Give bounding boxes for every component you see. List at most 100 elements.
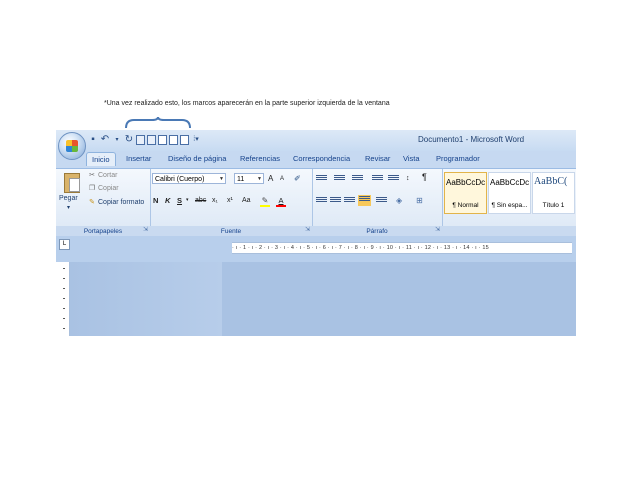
cut-button[interactable]: ✂ Cortar — [88, 171, 118, 180]
chevron-down-icon[interactable]: ▾ — [186, 195, 189, 206]
ruler-tick — [63, 298, 65, 299]
highlight-button[interactable]: ✎ — [260, 195, 270, 207]
font-name-value: Calibri (Cuerpo) — [155, 176, 205, 183]
copy-button[interactable]: ❐ Copiar — [88, 184, 119, 193]
style-name: Título 1 — [542, 202, 565, 209]
chevron-down-icon: ▼ — [257, 176, 262, 182]
ribbon: Pegar ▾ ✂ Cortar ❐ Copiar ✎ Copiar forma… — [56, 168, 576, 237]
tab-referencias[interactable]: Referencias — [240, 154, 280, 163]
paragraph-label: Párrafo — [366, 228, 388, 235]
tab-diseno-pagina[interactable]: Diseño de página — [168, 154, 226, 163]
ruler-tick — [63, 268, 65, 269]
bullets-icon[interactable] — [316, 175, 327, 184]
style-normal[interactable]: AaBbCcDc ¶ Normal — [444, 172, 487, 214]
document-area[interactable] — [70, 262, 576, 336]
style-name: ¶ Sin espa... — [491, 202, 528, 209]
tab-revisar[interactable]: Revisar — [365, 154, 390, 163]
caption: *Una vez realizado esto, los marcos apar… — [104, 100, 390, 107]
tab-vista[interactable]: Vista — [403, 154, 420, 163]
dialog-launcher-icon[interactable]: ⇲ — [143, 225, 148, 236]
clear-format-icon[interactable]: ✐ — [294, 173, 301, 184]
style-no-spacing[interactable]: AaBbCcDc ¶ Sin espa... — [488, 172, 531, 214]
line-spacing-icon[interactable] — [376, 197, 387, 206]
tab-selector-icon[interactable]: L — [59, 239, 70, 250]
dialog-launcher-icon[interactable]: ⇲ — [435, 225, 440, 236]
shading-icon[interactable]: ◈ — [396, 195, 402, 206]
style-preview: AaBbC( — [534, 176, 568, 187]
frame-icon[interactable] — [136, 135, 145, 145]
chevron-down-icon[interactable]: ▾ — [67, 204, 70, 211]
format-painter-button[interactable]: ✎ Copiar formato — [88, 198, 145, 207]
font-size-value: 11 — [237, 176, 245, 183]
copy-icon: ❐ — [88, 185, 96, 192]
style-name: ¶ Normal — [452, 202, 479, 209]
decrease-indent-icon[interactable] — [372, 175, 383, 184]
ruler-bar: L · ı · 1 · ı · 2 · ı · 3 · ı · 4 · ı · … — [56, 236, 576, 262]
office-button[interactable] — [58, 132, 86, 160]
styles-group: AaBbCcDc ¶ Normal AaBbCcDc ¶ Sin espa...… — [442, 169, 576, 237]
frame-icon[interactable] — [180, 135, 189, 145]
justify-icon[interactable] — [358, 195, 371, 206]
bold-button[interactable]: N — [153, 195, 158, 206]
frame-icon[interactable] — [169, 135, 178, 145]
highlight-bracket — [125, 117, 191, 129]
chevron-down-icon[interactable]: ▾ — [112, 134, 122, 146]
document-margin — [70, 262, 222, 336]
show-marks-button[interactable]: ¶ — [422, 172, 427, 183]
tab-correspondencia[interactable]: Correspondencia — [293, 154, 350, 163]
ruler-tick — [63, 328, 65, 329]
cut-label: Cortar — [98, 171, 118, 179]
strikethrough-button[interactable]: abc — [195, 195, 206, 206]
borders-icon[interactable]: ⊞ — [416, 195, 423, 206]
horizontal-ruler[interactable]: · ı · 1 · ı · 2 · ı · 3 · ı · 4 · ı · 5 … — [232, 242, 572, 254]
increase-indent-icon[interactable] — [388, 175, 399, 184]
numbering-icon[interactable] — [334, 175, 345, 184]
highlight-color-swatch — [260, 205, 270, 207]
format-painter-label: Copiar formato — [98, 198, 145, 206]
frame-icon[interactable] — [147, 135, 156, 145]
ruler-tick — [63, 288, 65, 289]
tab-insertar[interactable]: Insertar — [126, 154, 151, 163]
change-case-button[interactable]: Aa — [242, 195, 251, 206]
align-center-icon[interactable] — [330, 197, 341, 206]
font-group: Calibri (Cuerpo) ▼ 11 ▼ A A ✐ N K S ▾ ab… — [150, 169, 313, 237]
dialog-launcher-icon[interactable]: ⇲ — [305, 225, 310, 236]
italic-button[interactable]: K — [165, 195, 170, 206]
font-color-button[interactable]: A — [276, 195, 286, 207]
customize-icon[interactable]: ⁞▾ — [191, 134, 201, 146]
clipboard-label: Portapapeles — [83, 228, 123, 235]
style-preview: AaBbCcDc — [490, 178, 529, 187]
redo-icon[interactable]: ↻ — [124, 134, 134, 146]
shrink-font-button[interactable]: A — [280, 174, 284, 185]
tab-programador[interactable]: Programador — [436, 154, 480, 163]
paste-button[interactable]: Pegar — [59, 195, 78, 202]
superscript-button[interactable]: x¹ — [227, 195, 233, 206]
ruler-tick — [63, 318, 65, 319]
paste-icon[interactable] — [64, 173, 80, 193]
quick-access-toolbar: ▪ ↶ ▾ ↻ ⁞▾ — [88, 134, 201, 148]
save-icon[interactable]: ▪ — [88, 134, 98, 146]
font-name-select[interactable]: Calibri (Cuerpo) ▼ — [152, 173, 226, 184]
undo-icon[interactable]: ↶ — [100, 134, 110, 146]
ruler-tick — [63, 278, 65, 279]
frame-icon[interactable] — [158, 135, 167, 145]
font-label: Fuente — [220, 228, 242, 235]
tab-inicio[interactable]: Inicio — [86, 152, 116, 166]
title-bar: ▪ ↶ ▾ ↻ ⁞▾ Documento1 - Microsoft Word — [56, 130, 576, 151]
multilevel-list-icon[interactable] — [352, 175, 363, 184]
font-color-swatch — [276, 205, 286, 207]
font-size-select[interactable]: 11 ▼ — [234, 173, 264, 184]
sort-icon[interactable]: ↕ — [406, 173, 410, 184]
grow-font-button[interactable]: A — [268, 173, 273, 184]
chevron-down-icon: ▼ — [219, 176, 224, 182]
style-heading-1[interactable]: AaBbC( Título 1 — [532, 172, 575, 214]
clipboard-group: Pegar ▾ ✂ Cortar ❐ Copiar ✎ Copiar forma… — [56, 169, 151, 237]
underline-button[interactable]: S — [177, 195, 182, 206]
align-left-icon[interactable] — [316, 197, 327, 206]
scissors-icon: ✂ — [89, 172, 95, 179]
window-title: Documento1 - Microsoft Word — [418, 135, 525, 144]
style-preview: AaBbCcDc — [446, 178, 485, 187]
subscript-button[interactable]: x₁ — [212, 195, 218, 206]
vertical-ruler[interactable] — [59, 262, 70, 336]
align-right-icon[interactable] — [344, 197, 355, 206]
